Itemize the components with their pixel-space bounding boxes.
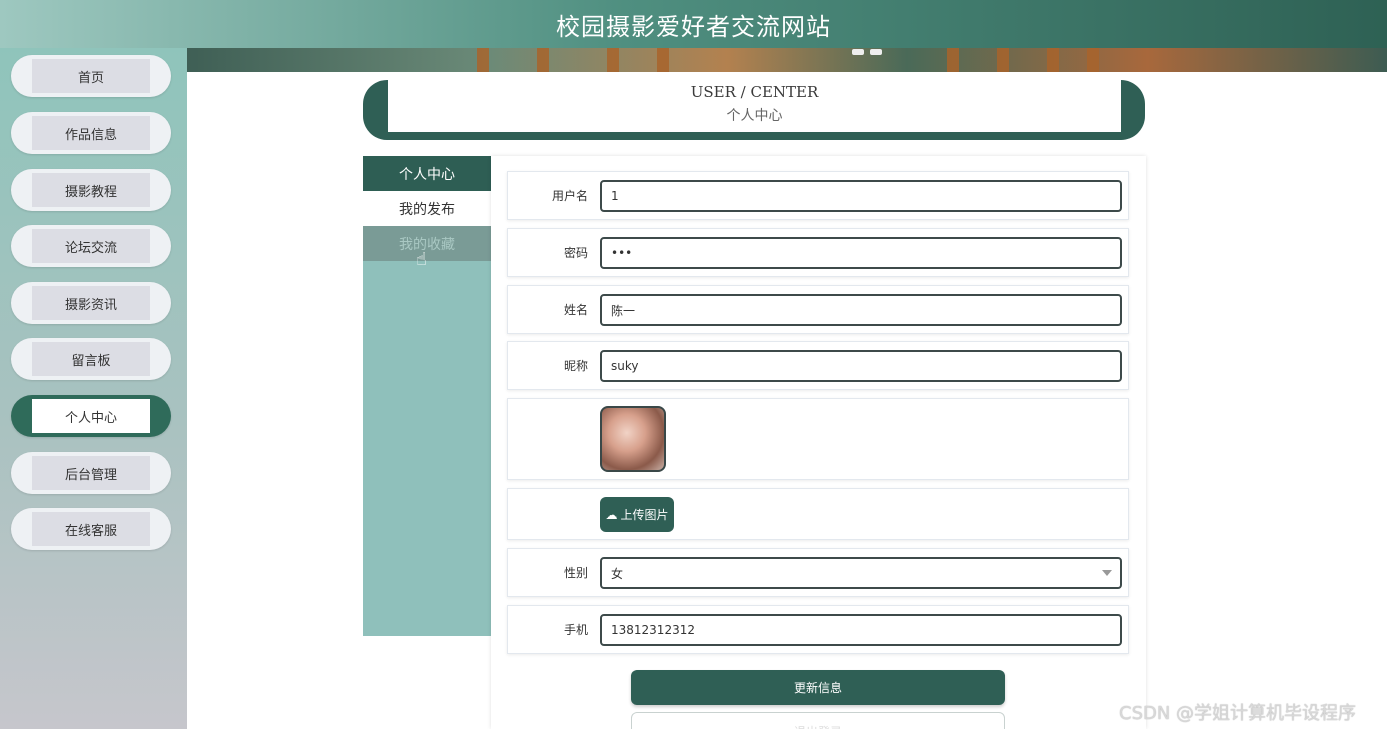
sidebar-item-label: 作品信息 [32,116,150,150]
upload-button-label: 上传图片 [620,508,669,522]
name-label: 姓名 [563,303,588,317]
sidebar-item-works[interactable]: 作品信息 [11,112,171,154]
sidebar-item-news[interactable]: 摄影资讯 [11,282,171,324]
chevron-down-icon [1102,570,1112,576]
form-row-avatar [507,398,1129,480]
password-input[interactable]: ••• [600,237,1122,269]
user-center-title-en: USER / CENTER [690,83,819,101]
nickname-label: 昵称 [563,359,588,373]
user-menu-favorites[interactable]: 我的收藏 [363,226,491,261]
form-row-phone: 手机 13812312312 [507,605,1129,654]
update-info-button[interactable]: 更新信息 [631,670,1005,705]
upload-image-button[interactable]: ☁ 上传图片 [600,497,674,532]
watermark: CSDN @学姐计算机毕设程序 [1119,703,1357,724]
sidebar-item-label: 个人中心 [32,399,150,433]
sidebar-item-label: 后台管理 [32,456,150,490]
sidebar-item-label: 首页 [32,59,150,93]
password-label: 密码 [563,246,588,260]
carousel-dot[interactable] [870,49,882,55]
sidebar-item-support[interactable]: 在线客服 [11,508,171,550]
user-menu-my-posts[interactable]: 我的发布 [363,191,491,226]
gender-select[interactable]: 女 [600,557,1122,589]
form-row-password: 密码 ••• [507,228,1129,277]
sidebar-item-forum[interactable]: 论坛交流 [11,225,171,267]
hand-cursor-icon: ☝ [416,249,427,270]
phone-input[interactable]: 13812312312 [600,614,1122,646]
name-input[interactable]: 陈一 [600,294,1122,326]
avatar-image[interactable] [600,406,666,472]
sidebar-item-tutorials[interactable]: 摄影教程 [11,169,171,211]
username-input[interactable]: 1 [600,180,1122,212]
user-menu-profile[interactable]: 个人中心 [363,156,491,191]
logout-button[interactable]: 退出登录 [631,712,1005,729]
sidebar-item-admin[interactable]: 后台管理 [11,452,171,494]
sidebar-item-messages[interactable]: 留言板 [11,338,171,380]
site-title: 校园摄影爱好者交流网站 [556,12,831,41]
form-row-upload: ☁ 上传图片 [507,488,1129,540]
gender-value: 女 [611,566,624,581]
user-center-title-cn: 个人中心 [726,108,783,124]
sidebar-item-user-center[interactable]: 个人中心 [11,395,171,437]
banner-image [187,48,1387,72]
carousel-dot[interactable] [852,49,864,55]
phone-label: 手机 [563,623,588,637]
username-label: 用户名 [551,189,588,203]
form-row-gender: 性别 女 [507,548,1129,597]
sidebar-item-label: 在线客服 [32,512,150,546]
form-row-name: 姓名 陈一 [507,285,1129,334]
form-row-nickname: 昵称 suky [507,341,1129,390]
sidebar-item-label: 论坛交流 [32,229,150,263]
nickname-input[interactable]: suky [600,350,1122,382]
site-header: 校园摄影爱好者交流网站 [0,0,1387,48]
user-center-heading: USER / CENTER 个人中心 [388,80,1121,132]
sidebar: 首页 作品信息 摄影教程 论坛交流 摄影资讯 留言板 个人中心 后台管理 在线客… [0,48,187,729]
cloud-upload-icon: ☁ [605,507,618,522]
sidebar-item-home[interactable]: 首页 [11,55,171,97]
form-row-username: 用户名 1 [507,171,1129,220]
user-menu: 个人中心 我的发布 我的收藏 [363,156,491,636]
gender-label: 性别 [563,566,588,580]
sidebar-item-label: 摄影资讯 [32,286,150,320]
sidebar-item-label: 留言板 [32,342,150,376]
sidebar-item-label: 摄影教程 [32,173,150,207]
